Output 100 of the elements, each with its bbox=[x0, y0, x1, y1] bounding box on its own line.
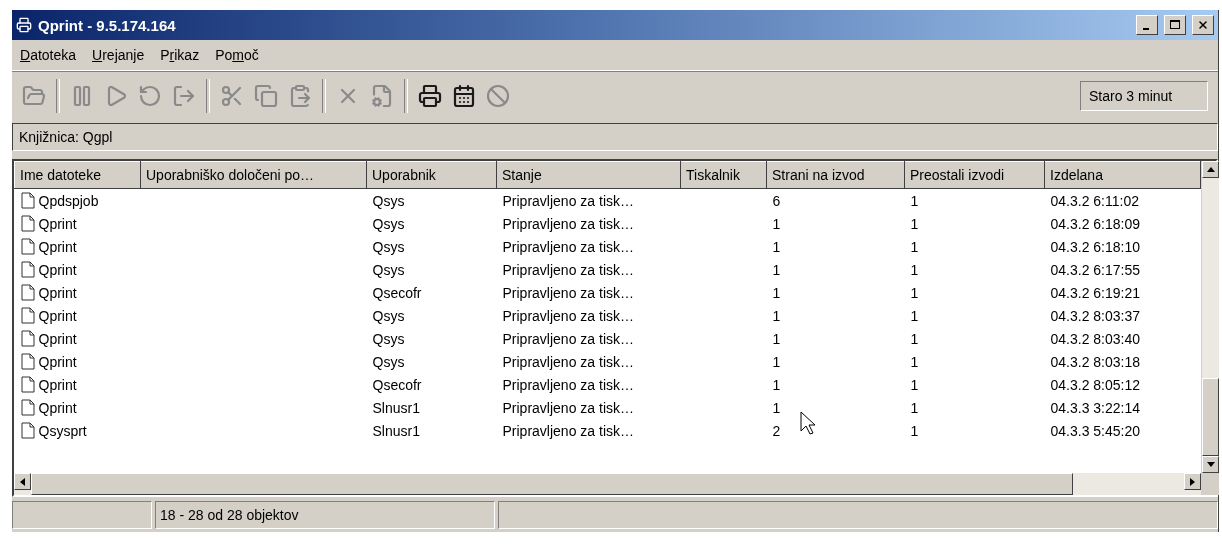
maximize-button[interactable] bbox=[1164, 15, 1186, 35]
document-icon bbox=[20, 399, 35, 416]
scroll-thumb[interactable] bbox=[1202, 378, 1219, 456]
menu-item[interactable]: Datoteka bbox=[20, 47, 77, 63]
table-cell: 04.3.2 6:11:02 bbox=[1050, 192, 1139, 209]
table-cell: Qprint bbox=[38, 215, 77, 232]
table-cell: 1 bbox=[910, 192, 919, 209]
maximize-icon bbox=[1170, 20, 1180, 30]
right-arrow-icon bbox=[1190, 477, 1195, 486]
menu-item[interactable]: Prikaz bbox=[160, 47, 200, 63]
left-arrow-icon bbox=[20, 477, 25, 486]
table-cell: Pripravljeno za tisk… bbox=[502, 399, 634, 416]
table-cell: 1 bbox=[910, 330, 919, 347]
table-cell: 1 bbox=[772, 376, 781, 393]
table-cell: Pripravljeno za tisk… bbox=[502, 353, 634, 370]
menu-item[interactable]: Pomoč bbox=[215, 47, 259, 63]
column-header[interactable]: Strani na izvod bbox=[766, 161, 905, 189]
table-cell: Qprint bbox=[38, 399, 77, 416]
table-cell: Qprint bbox=[38, 330, 77, 347]
table-cell: Qpdspjob bbox=[38, 192, 99, 209]
down-arrow-icon bbox=[1206, 462, 1215, 467]
table-cell: 2 bbox=[772, 422, 781, 439]
table-cell: Qprint bbox=[38, 307, 77, 324]
app-icon bbox=[16, 17, 32, 33]
document-icon bbox=[20, 238, 35, 255]
table-cell: 04.3.3 3:22:14 bbox=[1050, 399, 1141, 416]
calendar-icon[interactable] bbox=[452, 84, 476, 108]
table-cell: 04.3.2 6:17:55 bbox=[1050, 261, 1141, 278]
table-cell: 1 bbox=[910, 284, 919, 301]
close-button[interactable] bbox=[1192, 15, 1214, 35]
document-icon bbox=[20, 376, 35, 393]
vertical-scrollbar[interactable] bbox=[1201, 161, 1219, 473]
document-icon bbox=[20, 284, 35, 301]
mouse-pointer-icon bbox=[800, 411, 816, 435]
table-cell: 1 bbox=[772, 307, 781, 324]
scroll-up-button[interactable] bbox=[1202, 161, 1219, 178]
table-cell: Pripravljeno za tisk… bbox=[502, 215, 634, 232]
library-label: Knjižnica: Qgpl bbox=[19, 129, 113, 145]
minimize-button[interactable] bbox=[1136, 15, 1158, 35]
table-cell: Pripravljeno za tisk… bbox=[502, 307, 634, 324]
table-cell: 1 bbox=[910, 422, 919, 439]
table-cell: Qsys bbox=[372, 307, 405, 324]
column-header[interactable]: Preostali izvodi bbox=[904, 161, 1045, 189]
object-count: 18 - 28 od 28 objektov bbox=[160, 507, 299, 523]
up-arrow-icon bbox=[1206, 167, 1215, 172]
table-cell: Qprint bbox=[38, 238, 77, 255]
table-cell: Pripravljeno za tisk… bbox=[502, 192, 634, 209]
table-cell: 1 bbox=[772, 261, 781, 278]
table-cell: Qsys bbox=[372, 238, 405, 255]
table-cell: 04.3.2 6:18:09 bbox=[1050, 215, 1141, 232]
table-cell: Qsys bbox=[372, 353, 405, 370]
document-icon bbox=[20, 215, 35, 232]
table-cell: Pripravljeno za tisk… bbox=[502, 422, 634, 439]
document-icon bbox=[20, 330, 35, 347]
table-cell: 04.3.2 6:19:21 bbox=[1050, 284, 1141, 301]
document-icon bbox=[20, 261, 35, 278]
table-cell: Qsys bbox=[372, 261, 405, 278]
table-cell: Qsecofr bbox=[372, 284, 422, 301]
table-cell: Qsys bbox=[372, 215, 405, 232]
table-cell: 1 bbox=[772, 330, 781, 347]
column-header[interactable]: Izdelana bbox=[1044, 161, 1201, 189]
scroll-down-button[interactable] bbox=[1202, 456, 1219, 473]
close-icon bbox=[1197, 19, 1209, 31]
table-cell: 1 bbox=[910, 238, 919, 255]
table-cell: Qprint bbox=[38, 376, 77, 393]
printer-icon[interactable] bbox=[418, 84, 442, 108]
age-indicator: Staro 3 minut bbox=[1080, 81, 1208, 111]
column-header[interactable]: Uporabnik bbox=[366, 161, 497, 189]
table-cell: 1 bbox=[772, 284, 781, 301]
table-cell: 04.3.2 8:05:12 bbox=[1050, 376, 1141, 393]
column-header[interactable]: Tiskalnik bbox=[680, 161, 767, 189]
table-cell: 04.3.2 6:18:10 bbox=[1050, 238, 1141, 255]
table-cell: 1 bbox=[772, 353, 781, 370]
table-cell: 1 bbox=[910, 399, 919, 416]
table-cell: Qprint bbox=[38, 284, 77, 301]
column-header[interactable]: Stanje bbox=[496, 161, 681, 189]
table-cell: Pripravljeno za tisk… bbox=[502, 376, 634, 393]
table-cell: Qsecofr bbox=[372, 376, 422, 393]
table-cell: 04.3.2 8:03:37 bbox=[1050, 307, 1141, 324]
table-cell: Slnusr1 bbox=[372, 399, 420, 416]
table-cell: 1 bbox=[772, 215, 781, 232]
document-icon bbox=[20, 192, 35, 209]
document-icon bbox=[20, 353, 35, 370]
window-title: Qprint - 9.5.174.164 bbox=[38, 16, 176, 34]
table-cell: Pripravljeno za tisk… bbox=[502, 238, 634, 255]
document-icon bbox=[20, 422, 35, 439]
scroll-right-button[interactable] bbox=[1184, 473, 1201, 490]
menu-item[interactable]: Urejanje bbox=[92, 47, 145, 63]
table-cell: 1 bbox=[910, 261, 919, 278]
column-header[interactable]: Ime datoteke bbox=[14, 161, 141, 189]
table-cell: Qprint bbox=[38, 353, 77, 370]
table-cell: 1 bbox=[910, 215, 919, 232]
table-cell: 1 bbox=[772, 238, 781, 255]
table-cell: 1 bbox=[910, 353, 919, 370]
column-header[interactable]: Uporabniško določeni po… bbox=[140, 161, 367, 189]
table-cell: 1 bbox=[910, 376, 919, 393]
table-cell: Qprint bbox=[38, 261, 77, 278]
table-cell: Qsysprt bbox=[38, 422, 87, 439]
table-cell: Slnusr1 bbox=[372, 422, 420, 439]
scroll-left-button[interactable] bbox=[14, 473, 31, 490]
